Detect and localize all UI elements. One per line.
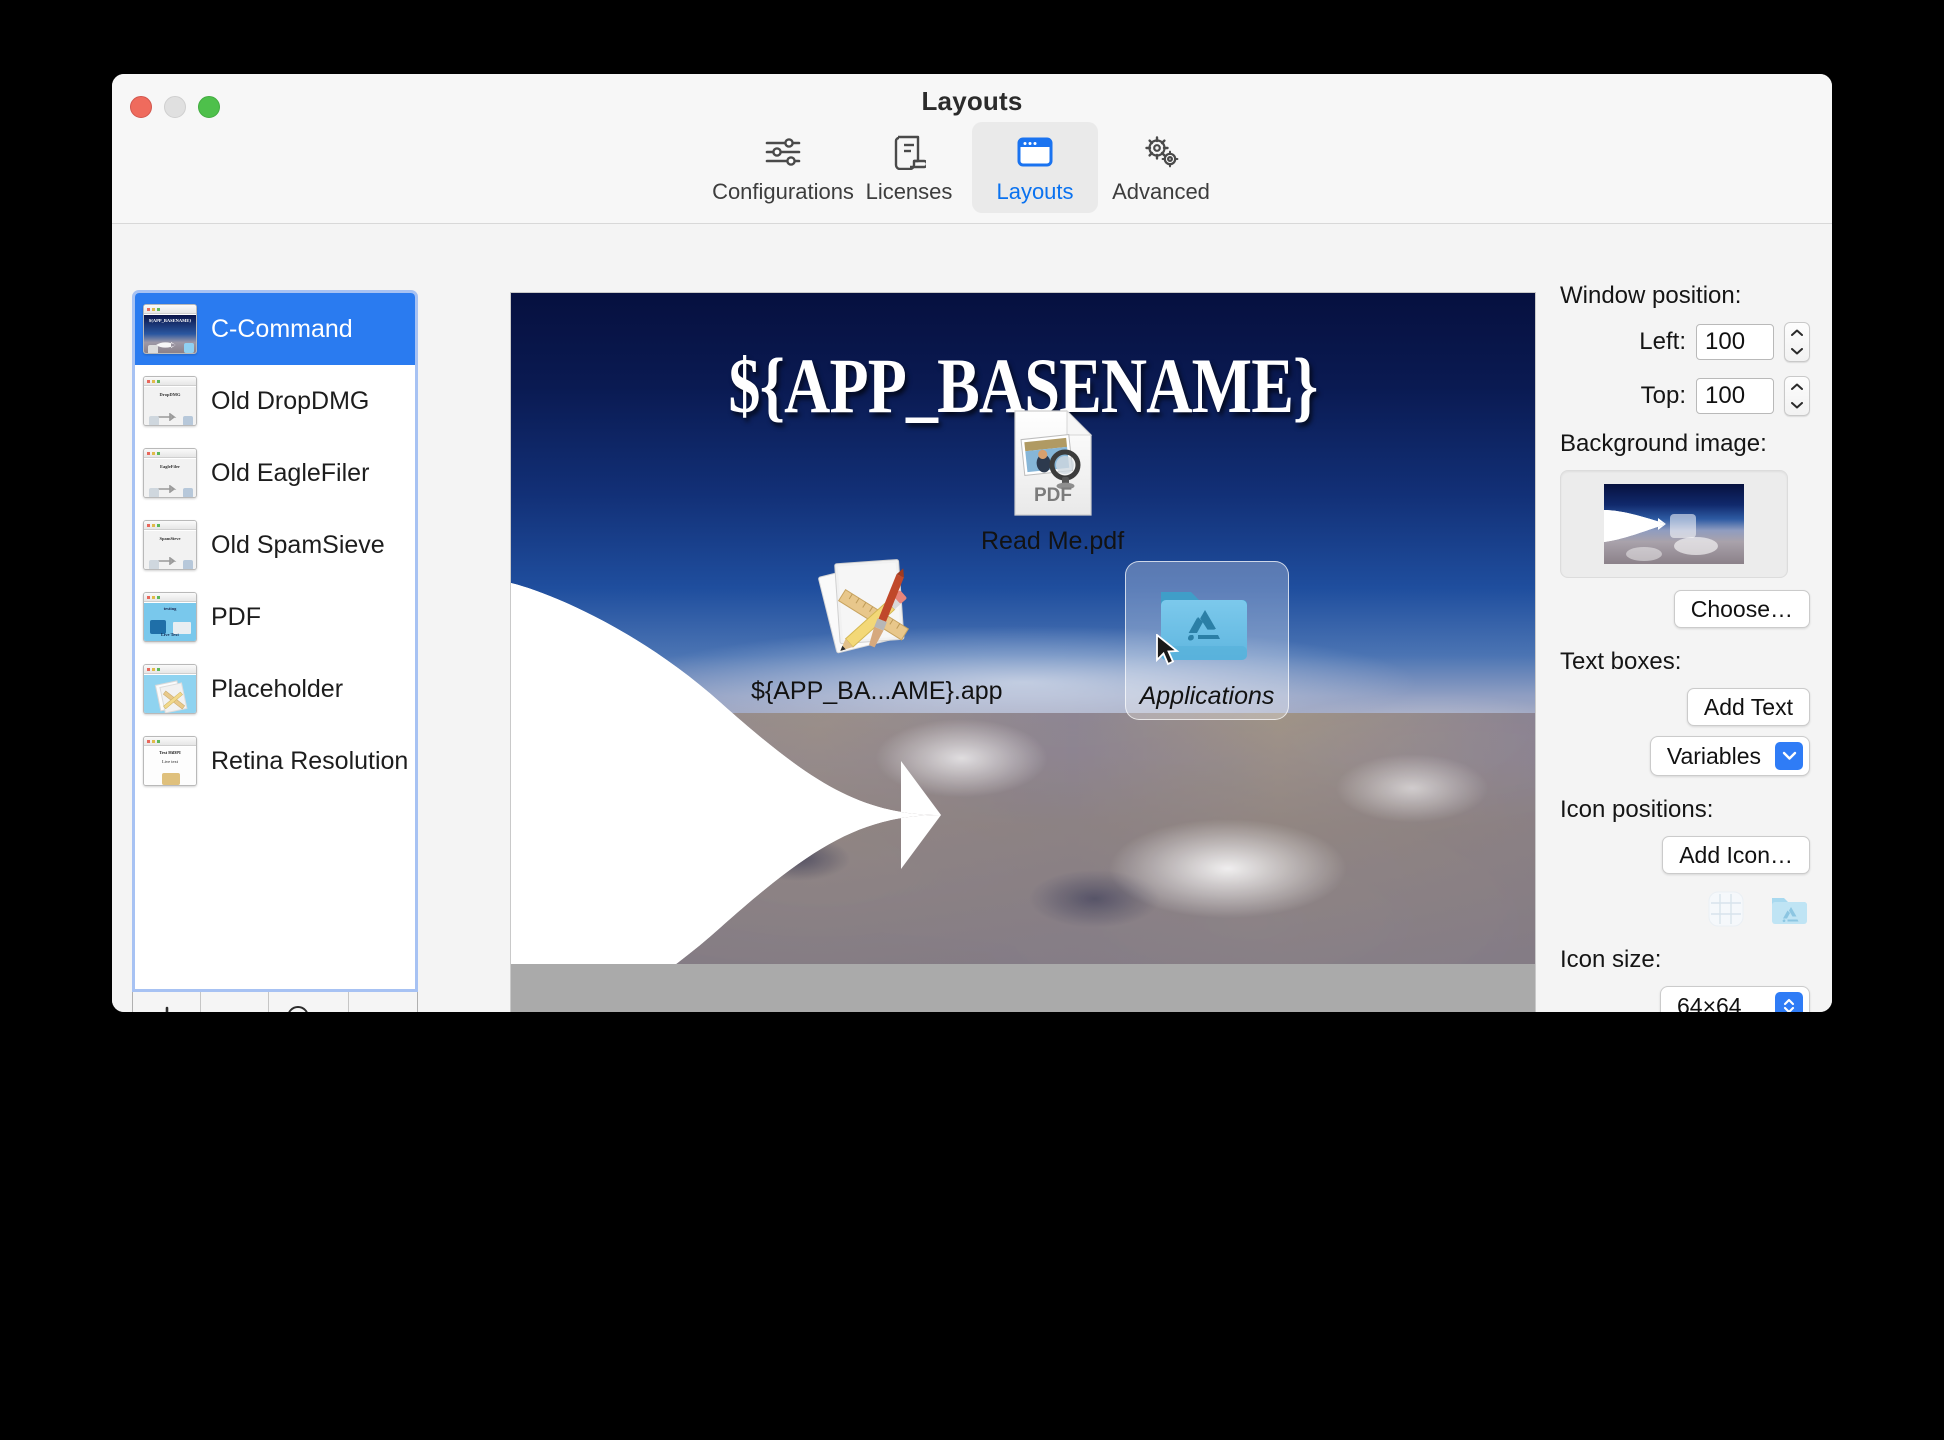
layouts-sidebar: ${APP_BASENAME} C-Command DropDMG Old Dr…	[132, 290, 418, 1012]
window-top-stepper[interactable]	[1784, 376, 1810, 416]
chevron-up-icon	[1791, 383, 1803, 390]
layout-thumbnail: ${APP_BASENAME}	[143, 304, 197, 354]
layout-inspector: Window position: Left: 100 Top: 100 Back…	[1560, 282, 1810, 1012]
thumb-subtitle: Live text	[161, 759, 179, 764]
applications-folder-icon[interactable]: Applications	[1125, 561, 1289, 720]
thumb-title: DropDMG	[159, 392, 181, 397]
folder-applications-icon	[1156, 592, 1247, 666]
tab-advanced[interactable]: Advanced	[1098, 122, 1224, 213]
sidebar-item-old-eaglefiler[interactable]: EagleFiler Old EagleFiler	[135, 437, 415, 509]
variables-popup-label: Variables	[1666, 742, 1761, 769]
sidebar-item-label: Old DropDMG	[211, 386, 370, 415]
applications-folder-label: Applications	[1139, 682, 1275, 710]
layout-preview-canvas[interactable]: ${APP_BASENAME} PDF Read Me.pdf ${APP_BA…	[510, 292, 1536, 1012]
thumb-title: SpamSieve	[159, 536, 181, 541]
layout-thumbnail: Test HiDPI Live text	[143, 736, 197, 786]
app-generic-icon	[817, 559, 909, 654]
sidebar-item-old-dropdmg[interactable]: DropDMG Old DropDMG	[135, 365, 415, 437]
layout-thumbnail: testing Live Text	[143, 592, 197, 642]
layout-thumbnail: DropDMG	[143, 376, 197, 426]
window-top-input[interactable]: 100	[1696, 378, 1774, 414]
thumb-title: ${APP_BASENAME}	[148, 318, 192, 323]
chevron-down-icon	[1775, 742, 1803, 770]
app-window: Layouts Configurations Licenses Layouts …	[112, 74, 1832, 1012]
sidebar-item-label: Retina Resolution	[211, 746, 409, 775]
thumb-title: EagleFiler	[160, 464, 180, 469]
icon-size-label: Icon size:	[1560, 946, 1662, 973]
add-icon-button[interactable]: Add Icon…	[1662, 836, 1810, 874]
app-bundle-label: ${APP_BA...AME}.app	[751, 677, 1003, 705]
toolbar: Configurations Licenses Layouts Advanced	[112, 122, 1832, 213]
readme-pdf-label: Read Me.pdf	[981, 527, 1125, 555]
layout-actions-menu[interactable]	[269, 992, 349, 1012]
sidebar-item-label: Old EagleFiler	[211, 458, 370, 487]
variables-popup-button[interactable]: Variables	[1649, 736, 1810, 776]
layout-thumbnail: EagleFiler	[143, 448, 197, 498]
chevron-down-icon	[316, 1011, 332, 1012]
pdf-badge-text: PDF	[1034, 485, 1072, 506]
chevron-up-icon	[1791, 329, 1803, 336]
icon-position-generic-app-icon[interactable]	[1704, 888, 1748, 932]
layouts-list[interactable]: ${APP_BASENAME} C-Command DropDMG Old Dr…	[132, 290, 418, 992]
window-left-stepper[interactable]	[1784, 322, 1810, 362]
chevron-down-icon	[1791, 402, 1803, 409]
icon-size-value: 64×64	[1677, 992, 1742, 1013]
thumb-title: testing	[163, 606, 177, 611]
top-label: Top:	[1640, 382, 1686, 409]
chevron-up-down-icon	[1775, 992, 1803, 1012]
readme-pdf-icon[interactable]: PDF Read Me.pdf	[981, 409, 1124, 556]
thumb-title: Test HiDPI	[159, 750, 181, 755]
tab-configurations-label: Configurations	[712, 179, 854, 204]
thumb-subtitle: Live Text	[161, 632, 179, 637]
text-boxes-label: Text boxes:	[1560, 648, 1682, 675]
sliders-icon	[764, 132, 802, 172]
window-position-label: Window position:	[1560, 282, 1742, 309]
tab-layouts-label: Layouts	[996, 179, 1074, 204]
sidebar-item-label: Old SpamSieve	[211, 530, 385, 559]
add-text-button[interactable]: Add Text	[1686, 688, 1810, 726]
scroll-document-icon	[892, 132, 926, 172]
window-title: Layouts	[921, 86, 1023, 116]
sidebar-item-c-command[interactable]: ${APP_BASENAME} C-Command	[135, 293, 415, 365]
app-bundle-icon[interactable]: ${APP_BA...AME}.app	[751, 555, 1003, 706]
background-image-thumbnail	[1604, 484, 1744, 564]
sidebar-item-label: Placeholder	[211, 674, 344, 703]
icon-positions-label: Icon positions:	[1560, 796, 1714, 823]
sidebar-item-label: C-Command	[211, 314, 353, 343]
tab-licenses[interactable]: Licenses	[846, 122, 972, 213]
layout-thumbnail: SpamSieve	[143, 520, 197, 570]
background-image-label: Background image:	[1560, 430, 1767, 457]
title-bar: Layouts Configurations Licenses Layouts …	[112, 74, 1832, 224]
tab-licenses-label: Licenses	[865, 179, 953, 204]
sidebar-item-retina-resolution[interactable]: Test HiDPI Live text Retina Resolution	[135, 725, 415, 797]
pdf-document-icon: PDF	[1013, 409, 1092, 516]
window-top-row: Top: 100	[1560, 376, 1810, 416]
layout-thumbnail	[143, 664, 197, 714]
sidebar-item-placeholder[interactable]: Placeholder	[135, 653, 415, 725]
tab-advanced-label: Advanced	[1112, 179, 1210, 204]
ellipsis-circle-icon	[287, 1005, 308, 1012]
gears-icon	[1141, 132, 1181, 172]
add-layout-button[interactable]	[133, 992, 201, 1012]
sidebar-item-old-spamsieve[interactable]: SpamSieve Old SpamSieve	[135, 509, 415, 581]
tab-layouts[interactable]: Layouts	[972, 122, 1098, 213]
footer-spacer	[349, 992, 417, 1012]
window-body: ${APP_BASENAME} C-Command DropDMG Old Dr…	[112, 224, 1832, 1012]
icon-position-applications-folder-icon[interactable]	[1766, 888, 1810, 932]
chevron-down-icon	[1791, 348, 1803, 355]
sidebar-item-pdf[interactable]: testing Live Text PDF	[135, 581, 415, 653]
remove-layout-button[interactable]	[201, 992, 269, 1012]
preview-gray-strip	[511, 964, 1535, 1012]
sidebar-item-label: PDF	[211, 602, 261, 631]
window-icon	[1016, 132, 1054, 172]
window-left-row: Left: 100	[1560, 322, 1810, 362]
icon-size-select[interactable]: 64×64	[1660, 986, 1810, 1012]
window-left-input[interactable]: 100	[1696, 324, 1774, 360]
left-label: Left:	[1639, 328, 1686, 355]
choose-background-button[interactable]: Choose…	[1673, 590, 1810, 628]
background-image-well[interactable]	[1560, 470, 1788, 578]
layouts-list-footer	[132, 992, 418, 1012]
tab-configurations[interactable]: Configurations	[712, 122, 854, 213]
